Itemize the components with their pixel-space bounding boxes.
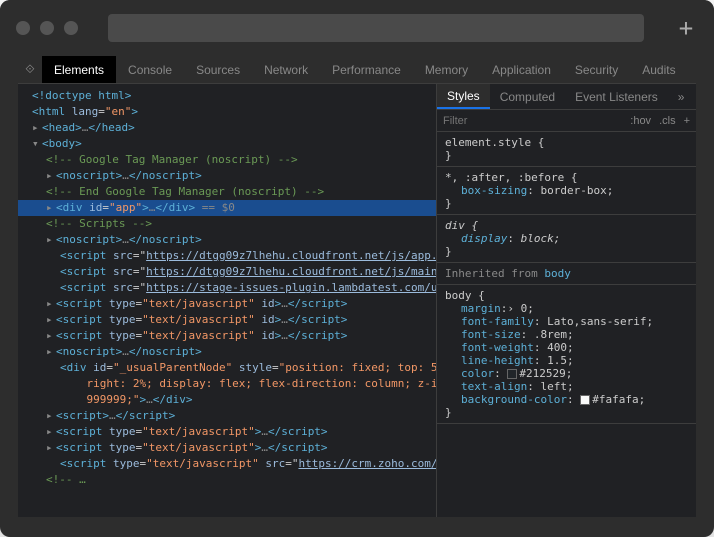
rule-universal[interactable]: *, :after, :before { box-sizing: border-…: [437, 167, 696, 215]
dom-line[interactable]: <script src="https://dtgg09z7lhehu.cloud…: [18, 248, 436, 264]
dom-line[interactable]: <!-- Scripts -->: [18, 216, 436, 232]
minimize-dot[interactable]: [40, 21, 54, 35]
subtab-event-listeners[interactable]: Event Listeners: [565, 84, 668, 109]
brace: }: [445, 149, 688, 162]
hov-toggle[interactable]: :hov: [630, 115, 651, 127]
dom-line[interactable]: ▸<head>…</head>: [18, 120, 436, 136]
tab-console[interactable]: Console: [116, 56, 184, 83]
css-prop[interactable]: line-height: 1.5;: [445, 354, 688, 367]
dom-line[interactable]: ▸<script type="text/javascript" id>…</sc…: [18, 312, 436, 328]
subtab-more-icon[interactable]: »: [668, 84, 695, 109]
dom-line[interactable]: ▾<body>: [18, 136, 436, 152]
dom-tree[interactable]: <!doctype html> <html lang="en"> ▸<head>…: [18, 84, 436, 517]
tab-sources[interactable]: Sources: [184, 56, 252, 83]
inherited-from: Inherited from body: [437, 263, 696, 285]
subtab-computed[interactable]: Computed: [490, 84, 565, 109]
selector-text: *, :after, :before {: [445, 171, 688, 184]
styles-filter-input[interactable]: [443, 115, 630, 127]
css-prop[interactable]: font-weight: 400;: [445, 341, 688, 354]
dom-line[interactable]: <!-- …: [18, 472, 436, 488]
css-prop[interactable]: font-size: .8rem;: [445, 328, 688, 341]
selector-text: element.style {: [445, 136, 688, 149]
tab-performance[interactable]: Performance: [320, 56, 413, 83]
panels: <!doctype html> <html lang="en"> ▸<head>…: [18, 84, 696, 517]
rule-element-style[interactable]: element.style { }: [437, 132, 696, 167]
dom-line[interactable]: ▸<noscript>…</noscript>: [18, 344, 436, 360]
dom-line[interactable]: ▸<script type="text/javascript">…</scrip…: [18, 440, 436, 456]
css-prop[interactable]: background-color: #fafafa;: [445, 393, 688, 406]
new-tab-button[interactable]: +: [674, 14, 698, 42]
tab-elements[interactable]: Elements: [42, 56, 116, 83]
traffic-lights: [16, 21, 78, 35]
dom-line[interactable]: ▸<script>…</script>: [18, 408, 436, 424]
rule-div[interactable]: div { display: block; }: [437, 215, 696, 263]
css-prop[interactable]: font-family: Lato,sans-serif;: [445, 315, 688, 328]
dom-line-selected[interactable]: ▸<div id="app">…</div> == $0: [18, 200, 436, 216]
url-bar[interactable]: [108, 14, 644, 42]
dom-line[interactable]: <html lang="en">: [18, 104, 436, 120]
dom-line[interactable]: ▸<script type="text/javascript">…</scrip…: [18, 424, 436, 440]
cls-toggle[interactable]: .cls: [659, 115, 676, 127]
dom-line[interactable]: <!-- End Google Tag Manager (noscript) -…: [18, 184, 436, 200]
tab-network[interactable]: Network: [252, 56, 320, 83]
dom-line[interactable]: ▸<noscript>…</noscript>: [18, 232, 436, 248]
selector-text: body {: [445, 289, 688, 302]
inspect-picker-icon[interactable]: ⟐: [18, 62, 42, 77]
dom-line[interactable]: ▸<script type="text/javascript" id>…</sc…: [18, 328, 436, 344]
devtools: ⟐ Elements Console Sources Network Perfo…: [18, 56, 696, 517]
css-prop[interactable]: display: block;: [445, 232, 688, 245]
tab-application[interactable]: Application: [480, 56, 563, 83]
brace: }: [445, 245, 688, 258]
dom-line[interactable]: ▸<noscript>…</noscript>: [18, 168, 436, 184]
new-rule-button[interactable]: +: [684, 115, 690, 127]
zoom-dot[interactable]: [64, 21, 78, 35]
styles-filter-row: :hov .cls +: [437, 110, 696, 132]
dom-line[interactable]: <!-- Google Tag Manager (noscript) -->: [18, 152, 436, 168]
dom-line[interactable]: <script type="text/javascript" src="http…: [18, 456, 436, 472]
rule-body[interactable]: body { margin:› 0; font-family: Lato,san…: [437, 285, 696, 424]
tab-memory[interactable]: Memory: [413, 56, 480, 83]
selector-text: div {: [445, 219, 688, 232]
css-prop[interactable]: text-align: left;: [445, 380, 688, 393]
dom-line[interactable]: ▸<script type="text/javascript" id>…</sc…: [18, 296, 436, 312]
dom-line[interactable]: <div id="_usualParentNode" style="positi…: [18, 360, 436, 408]
devtools-tabbar: ⟐ Elements Console Sources Network Perfo…: [18, 56, 696, 84]
tab-security[interactable]: Security: [563, 56, 630, 83]
dom-line[interactable]: <script src="https://stage-issues-plugin…: [18, 280, 436, 296]
titlebar: +: [0, 0, 714, 56]
styles-subtabs: Styles Computed Event Listeners »: [437, 84, 696, 110]
close-dot[interactable]: [16, 21, 30, 35]
tab-audits[interactable]: Audits: [630, 56, 687, 83]
browser-window: + ⟐ Elements Console Sources Network Per…: [0, 0, 714, 537]
brace: }: [445, 406, 688, 419]
brace: }: [445, 197, 688, 210]
css-prop[interactable]: color: #212529;: [445, 367, 688, 380]
css-prop[interactable]: margin:› 0;: [445, 302, 688, 315]
styles-panel: Styles Computed Event Listeners » :hov .…: [436, 84, 696, 517]
dom-line[interactable]: <!doctype html>: [18, 88, 436, 104]
css-prop[interactable]: box-sizing: border-box;: [445, 184, 688, 197]
dom-line[interactable]: <script src="https://dtgg09z7lhehu.cloud…: [18, 264, 436, 280]
subtab-styles[interactable]: Styles: [437, 84, 490, 109]
